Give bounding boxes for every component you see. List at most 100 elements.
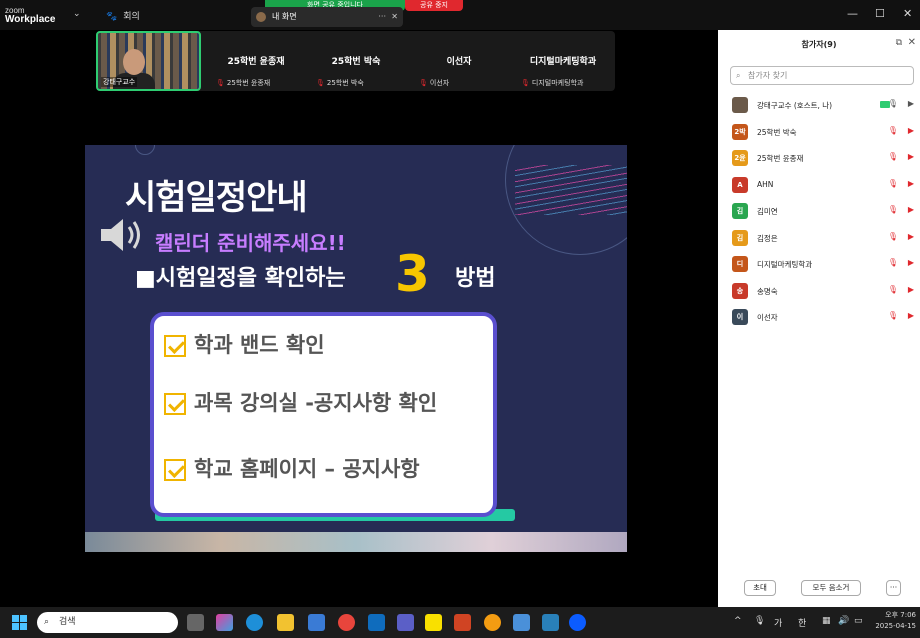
video-off-icon[interactable]: ▶ — [908, 285, 914, 294]
windows-start-icon[interactable] — [12, 615, 27, 630]
participant-row[interactable]: 김 김미연 🎙 ▶ — [718, 198, 920, 225]
participants-panel: 참가자(9) ⧉ ✕ ⌕ 참가자 찾기 강태구교수 (호스트, 나) 🎙 ▶ 2박 25학… — [718, 30, 920, 607]
slide-footer-strip — [85, 532, 627, 552]
checklist-item: 학과 밴드 확인 — [164, 329, 325, 359]
task-view-icon[interactable] — [187, 614, 204, 631]
stop-share-button[interactable]: 공유 중지 — [405, 0, 463, 11]
close-panel-icon[interactable]: ✕ — [908, 37, 916, 48]
self-video-label: 강태구교수 — [101, 77, 138, 87]
video-off-icon[interactable]: ▶ — [908, 205, 914, 214]
self-video[interactable]: 강태구교수 — [96, 31, 201, 91]
close-icon[interactable]: ✕ — [391, 7, 398, 27]
file-explorer-icon[interactable] — [277, 614, 294, 631]
mic-muted-icon[interactable]: 🎙 — [888, 232, 898, 241]
ime-han-indicator[interactable]: 한 — [798, 616, 806, 629]
mini-share-bar[interactable]: 내 화면 ··· ✕ — [251, 7, 403, 27]
checkbox-icon — [164, 335, 186, 357]
video-tile[interactable]: 25학번 윤종재 🎙 25학번 윤종재 — [206, 31, 306, 91]
battery-icon[interactable]: ▭ — [854, 616, 863, 626]
mic-muted-icon[interactable]: 🎙 — [888, 179, 898, 188]
more-options-button[interactable]: ··· — [886, 580, 901, 596]
network-icon[interactable]: ▦ — [822, 616, 831, 626]
video-off-icon[interactable]: ▶ — [908, 258, 914, 267]
popout-icon[interactable]: ⧉ — [896, 38, 902, 48]
edge-icon[interactable] — [246, 614, 263, 631]
video-off-icon[interactable]: ▶ — [908, 179, 914, 188]
tile-name: 25학번 윤종재 — [227, 57, 285, 67]
participant-avatar: 이 — [732, 309, 748, 325]
participant-row[interactable]: 김 김정은 🎙 ▶ — [718, 225, 920, 252]
item-label: 과목 강의실 -공지사항 확인 — [194, 391, 438, 415]
video-off-icon[interactable]: ▶ — [908, 99, 914, 108]
participant-row[interactable]: 디 디지털마케팅학과 🎙 ▶ — [718, 251, 920, 278]
tile-name: 디지털마케팅학과 — [529, 57, 597, 67]
tile-sub-label: 25학번 윤종재 — [226, 79, 271, 87]
search-placeholder: 검색 — [59, 617, 76, 627]
meeting-menu[interactable]: 🐾 회의 — [100, 9, 140, 22]
app-menu-chevron-icon[interactable]: ⌄ — [73, 9, 81, 19]
notepad-icon[interactable] — [513, 614, 530, 631]
video-off-icon[interactable]: ▶ — [908, 311, 914, 320]
meeting-label: 회의 — [123, 12, 140, 22]
participant-row[interactable]: 송 송명숙 🎙 ▶ — [718, 278, 920, 305]
volume-icon[interactable]: 🔊 — [838, 616, 849, 626]
store-icon[interactable] — [308, 614, 325, 631]
zoom-app-icon[interactable] — [569, 614, 586, 631]
mic-muted-icon: 🎙 — [216, 79, 225, 87]
maximize-icon[interactable]: ☐ — [875, 7, 885, 20]
slide-headline: ■시험일정을 확인하는 — [135, 266, 346, 291]
mic-muted-icon[interactable]: 🎙 — [888, 126, 898, 135]
chrome-icon[interactable] — [338, 614, 355, 631]
mic-muted-icon[interactable]: 🎙 — [888, 99, 898, 108]
mic-muted-icon[interactable]: 🎙 — [888, 258, 898, 267]
video-tile[interactable]: 이선자 🎙 이선자 — [409, 31, 509, 91]
clock[interactable]: 오후 7:06 2025-04-15 — [872, 610, 916, 632]
tile-sub: 🎙 디지털마케팅학과 — [521, 78, 583, 88]
taskbar-search-input[interactable]: ⌕ 검색 — [37, 612, 178, 633]
mic-muted-icon[interactable]: 🎙 — [888, 285, 898, 294]
mic-muted-icon[interactable]: 🎙 — [888, 152, 898, 161]
participant-name: 강태구교수 (호스트, 나) — [757, 101, 833, 110]
tile-sub: 🎙 25학번 윤종재 — [216, 78, 270, 88]
participant-name: 디지털마케팅학과 — [757, 260, 813, 269]
participant-name: 김미연 — [757, 207, 778, 216]
microphone-icon[interactable]: 🎙 — [754, 616, 765, 626]
taskbar: ⌕ 검색 ^ 🎙 가 한 ▦ 🔊 ▭ 오후 7:06 2025-04-15 — [0, 607, 920, 638]
minimize-icon[interactable]: — — [847, 7, 858, 20]
ime-ga-indicator[interactable]: 가 — [774, 616, 782, 629]
participant-search-input[interactable]: ⌕ 참가자 찾기 — [730, 66, 914, 85]
item-label: 학과 밴드 확인 — [194, 333, 325, 357]
participant-row[interactable]: 2윤 25학번 윤종재 🎙 ▶ — [718, 145, 920, 172]
photos-icon[interactable] — [542, 614, 559, 631]
video-tile[interactable]: 25학번 박숙 🎙 25학번 박숙 — [306, 31, 406, 91]
checkbox-icon — [164, 393, 186, 415]
mute-all-button[interactable]: 모두 음소거 — [801, 580, 861, 596]
teams-icon[interactable] — [397, 614, 414, 631]
clock-time: 오후 7:06 — [885, 611, 916, 619]
kakaotalk-icon[interactable] — [425, 614, 442, 631]
big-number: 3 — [395, 245, 430, 303]
invite-button[interactable]: 초대 — [744, 580, 776, 596]
window-close-icon[interactable]: ✕ — [903, 7, 912, 20]
outlook-icon[interactable] — [368, 614, 385, 631]
clock-date: 2025-04-15 — [875, 622, 916, 630]
powerpoint-icon[interactable] — [454, 614, 471, 631]
video-off-icon[interactable]: ▶ — [908, 232, 914, 241]
copilot-icon[interactable] — [216, 614, 233, 631]
participant-row[interactable]: A AHN 🎙 ▶ — [718, 172, 920, 199]
participant-row[interactable]: 강태구교수 (호스트, 나) 🎙 ▶ — [718, 92, 920, 119]
participant-avatar: 김 — [732, 229, 748, 246]
video-off-icon[interactable]: ▶ — [908, 152, 914, 161]
mic-muted-icon: 🎙 — [316, 79, 325, 87]
mic-muted-icon[interactable]: 🎙 — [888, 311, 898, 320]
more-icon[interactable]: ··· — [378, 7, 386, 27]
participant-name: 25학번 박숙 — [757, 127, 797, 137]
mic-muted-icon[interactable]: 🎙 — [888, 205, 898, 214]
participant-row[interactable]: 2박 25학번 박숙 🎙 ▶ — [718, 119, 920, 146]
video-tile[interactable]: 디지털마케팅학과 🎙 디지털마케팅학과 — [511, 31, 615, 91]
tile-sub-label: 25학번 박숙 — [326, 79, 364, 87]
video-off-icon[interactable]: ▶ — [908, 126, 914, 135]
participant-row[interactable]: 이 이선자 🎙 ▶ — [718, 304, 920, 331]
search-app-icon[interactable] — [484, 614, 501, 631]
tray-overflow-chevron-icon[interactable]: ^ — [734, 616, 742, 626]
